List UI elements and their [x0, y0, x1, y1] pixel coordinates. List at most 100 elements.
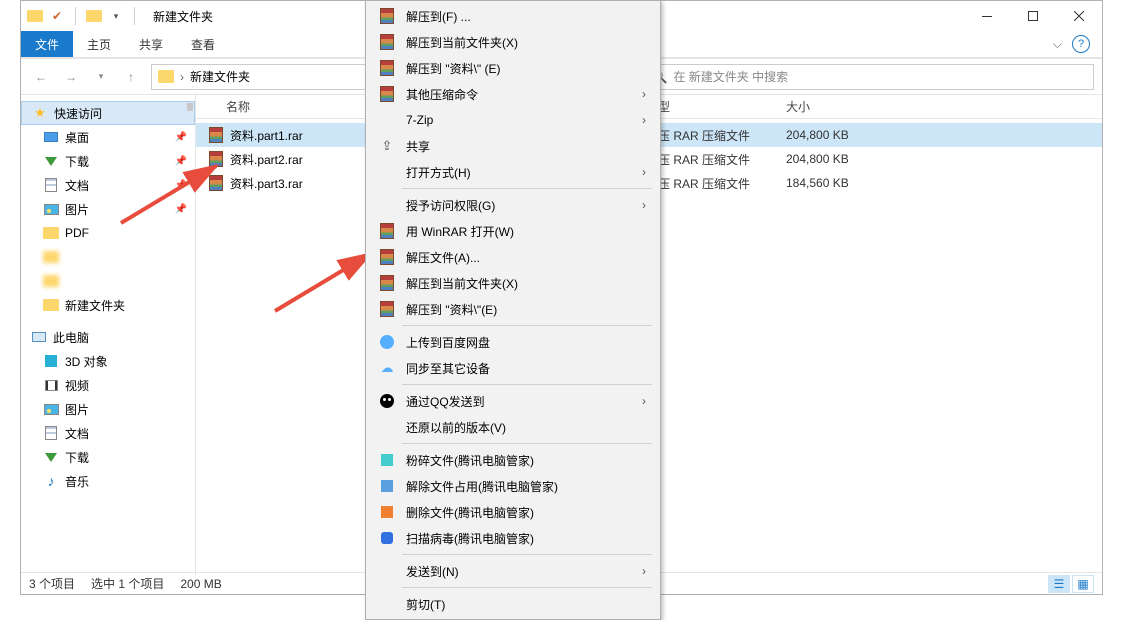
- ribbon-file-tab[interactable]: 文件: [21, 31, 73, 57]
- sidebar-item-label: 下载: [65, 153, 89, 170]
- view-details-button[interactable]: ☰: [1048, 575, 1070, 593]
- nav-back-icon[interactable]: ←: [29, 65, 53, 89]
- document-icon: [43, 425, 59, 441]
- nav-forward-icon[interactable]: →: [59, 65, 83, 89]
- menu-give-access[interactable]: 授予访问权限(G)›: [366, 192, 660, 218]
- file-name: 资料.part2.rar: [230, 151, 303, 168]
- menu-open-with[interactable]: 打开方式(H)›: [366, 159, 660, 185]
- menu-separator: [402, 587, 652, 588]
- ribbon-collapse-icon[interactable]: ⌵: [1053, 37, 1062, 52]
- menu-open-winrar[interactable]: 用 WinRAR 打开(W): [366, 218, 660, 244]
- file-size: 204,800 KB: [786, 152, 886, 166]
- guanjia-icon: [376, 532, 398, 544]
- menu-7zip[interactable]: 7-Zip›: [366, 107, 660, 133]
- qa-props-icon[interactable]: [86, 8, 102, 24]
- submenu-arrow-icon: ›: [642, 87, 650, 101]
- sidebar-3d[interactable]: 3D 对象: [21, 349, 195, 373]
- rar-icon: [376, 223, 398, 239]
- menu-share[interactable]: ⇪共享: [366, 133, 660, 159]
- qa-save-icon[interactable]: ✔: [49, 8, 65, 24]
- menu-separator: [402, 554, 652, 555]
- sidebar-item-label: 图片: [65, 401, 89, 418]
- ribbon-home-tab[interactable]: 主页: [73, 31, 125, 57]
- sidebar-thispc[interactable]: 此电脑: [21, 325, 195, 349]
- document-icon: [43, 177, 59, 193]
- menu-send-to[interactable]: 发送到(N)›: [366, 558, 660, 584]
- menu-upload-baidu[interactable]: 上传到百度网盘: [366, 329, 660, 355]
- menu-extract-folder[interactable]: 解压到 "资料\" (E): [366, 55, 660, 81]
- sidebar-blurred-2[interactable]: [21, 269, 195, 293]
- ribbon-share-tab[interactable]: 共享: [125, 31, 177, 57]
- menu-other-compress[interactable]: 其他压缩命令›: [366, 81, 660, 107]
- picture-icon: [43, 401, 59, 417]
- pin-icon: 📌: [175, 204, 187, 215]
- col-size[interactable]: 大小: [786, 98, 886, 115]
- menu-separator: [402, 443, 652, 444]
- menu-extract-here[interactable]: 解压到当前文件夹(X): [366, 29, 660, 55]
- breadcrumb[interactable]: 新建文件夹: [190, 68, 250, 85]
- menu-cut[interactable]: 剪切(T): [366, 591, 660, 617]
- sidebar-documents[interactable]: 文档 📌: [21, 173, 195, 197]
- file-name: 资料.part3.rar: [230, 175, 303, 192]
- ribbon-view-tab[interactable]: 查看: [177, 31, 229, 57]
- sidebar-desktop[interactable]: 桌面 📌: [21, 125, 195, 149]
- menu-extract-a[interactable]: 解压文件(A)...: [366, 244, 660, 270]
- sidebar-blurred-1[interactable]: [21, 245, 195, 269]
- search-input[interactable]: 🔍 在 新建文件夹 中搜索: [646, 64, 1095, 90]
- qq-icon: [376, 394, 398, 408]
- sidebar-quick-access[interactable]: ★ 快速访问: [21, 101, 195, 125]
- nav-recent-icon[interactable]: ▾: [89, 65, 113, 89]
- sidebar-downloads[interactable]: 下载 📌: [21, 149, 195, 173]
- pin-icon: 📌: [175, 156, 187, 167]
- menu-scan[interactable]: 扫描病毒(腾讯电脑管家): [366, 525, 660, 551]
- qa-dropdown-icon[interactable]: ▾: [108, 8, 124, 24]
- rar-icon: [376, 275, 398, 291]
- rar-icon: [208, 151, 224, 167]
- rar-icon: [376, 301, 398, 317]
- video-icon: [43, 377, 59, 393]
- col-type[interactable]: 类型: [646, 98, 786, 115]
- menu-sync-device[interactable]: ☁同步至其它设备: [366, 355, 660, 381]
- sidebar: ★ 快速访问 桌面 📌 下载 📌 文档 📌: [21, 95, 196, 575]
- download-icon: [43, 153, 59, 169]
- share-icon: ⇪: [376, 138, 398, 154]
- menu-extract-here2[interactable]: 解压到当前文件夹(X): [366, 270, 660, 296]
- rar-icon: [376, 8, 398, 24]
- folder-icon: [43, 273, 59, 289]
- menu-smash[interactable]: 粉碎文件(腾讯电脑管家): [366, 447, 660, 473]
- minimize-button[interactable]: [964, 1, 1010, 31]
- sidebar-item-label: [65, 249, 125, 266]
- pin-icon: 📌: [175, 180, 187, 191]
- help-icon[interactable]: ?: [1072, 35, 1090, 53]
- menu-restore[interactable]: 还原以前的版本(V): [366, 414, 660, 440]
- addr-folder-icon: [158, 70, 174, 83]
- nav-up-icon[interactable]: ↑: [119, 65, 143, 89]
- view-icons-button[interactable]: ▦: [1072, 575, 1094, 593]
- sidebar-pictures2[interactable]: 图片: [21, 397, 195, 421]
- sidebar-item-label: 此电脑: [53, 329, 89, 346]
- sidebar-item-label: PDF: [65, 226, 89, 240]
- sidebar-item-label: 文档: [65, 425, 89, 442]
- menu-unlock[interactable]: 解除文件占用(腾讯电脑管家): [366, 473, 660, 499]
- sidebar-item-label: 桌面: [65, 129, 89, 146]
- sidebar-music[interactable]: ♪ 音乐: [21, 469, 195, 493]
- sidebar-pictures[interactable]: 图片 📌: [21, 197, 195, 221]
- file-type: 好压 RAR 压缩文件: [646, 175, 786, 192]
- sidebar-video[interactable]: 视频: [21, 373, 195, 397]
- sidebar-item-label: 3D 对象: [65, 353, 108, 370]
- menu-delete[interactable]: 删除文件(腾讯电脑管家): [366, 499, 660, 525]
- rar-icon: [208, 127, 224, 143]
- sidebar-newfolder[interactable]: 新建文件夹: [21, 293, 195, 317]
- sidebar-item-label: 新建文件夹: [65, 297, 125, 314]
- sidebar-pdf[interactable]: PDF: [21, 221, 195, 245]
- menu-extract-to[interactable]: 解压到(F) ...: [366, 3, 660, 29]
- music-icon: ♪: [43, 473, 59, 489]
- menu-send-qq[interactable]: 通过QQ发送到›: [366, 388, 660, 414]
- maximize-button[interactable]: [1010, 1, 1056, 31]
- sidebar-documents2[interactable]: 文档: [21, 421, 195, 445]
- file-type: 好压 RAR 压缩文件: [646, 127, 786, 144]
- close-button[interactable]: [1056, 1, 1102, 31]
- menu-extract-folder2[interactable]: 解压到 "资料\"(E): [366, 296, 660, 322]
- menu-separator: [402, 384, 652, 385]
- sidebar-downloads2[interactable]: 下载: [21, 445, 195, 469]
